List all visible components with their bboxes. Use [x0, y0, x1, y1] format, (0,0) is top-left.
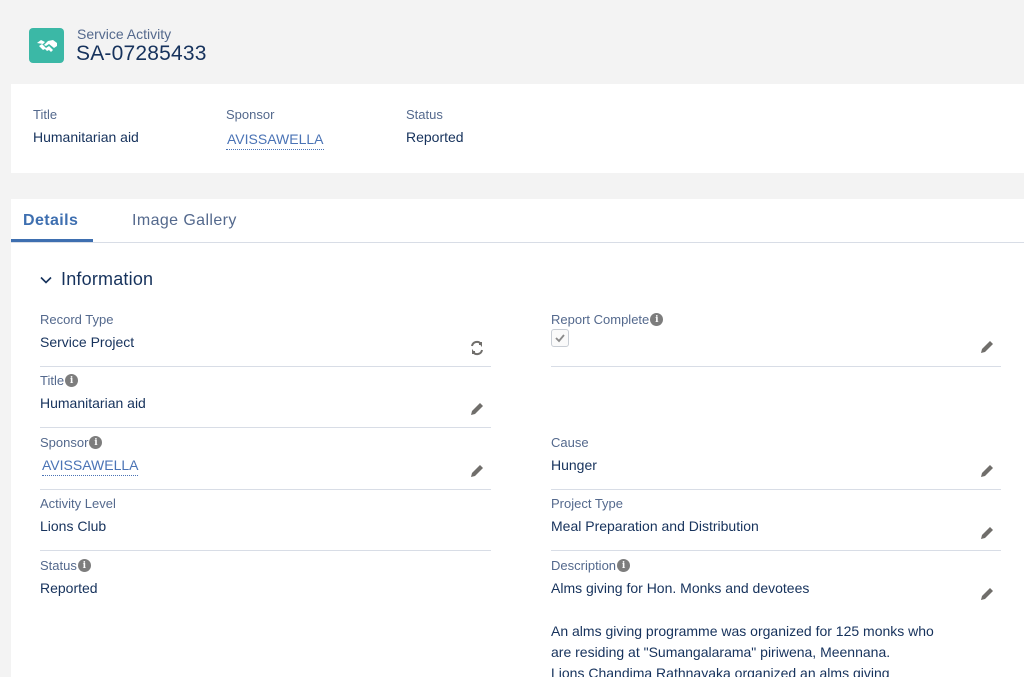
pencil-icon[interactable]: [979, 525, 995, 541]
checkmark-icon: [555, 334, 565, 343]
pencil-icon[interactable]: [469, 463, 485, 479]
field-value: Meal Preparation and Distribution: [551, 518, 759, 534]
object-type-label: Service Activity: [77, 26, 172, 42]
highlight-status-value: Reported: [406, 129, 464, 145]
field-value: Reported: [40, 580, 98, 596]
highlights-panel: Title Humanitarian aid Sponsor AVISSAWEL…: [11, 84, 1024, 173]
info-icon[interactable]: i: [650, 313, 664, 326]
description-paragraph-line: Lions Chandima Rathnayaka organized an a…: [551, 665, 890, 677]
highlight-sponsor: Sponsor AVISSAWELLA: [226, 107, 325, 150]
field-label-text: Report Complete: [551, 312, 650, 327]
field-label: Description i: [551, 558, 631, 573]
section-header-information[interactable]: Information: [40, 269, 153, 290]
highlight-status-label: Status: [406, 107, 443, 122]
highlight-title-label: Title: [33, 107, 58, 122]
field-divider: [40, 489, 491, 490]
field-label-text: Sponsor: [40, 435, 89, 450]
info-icon[interactable]: i: [77, 559, 91, 572]
field-report-complete: Report Complete i: [551, 312, 1001, 368]
tab-details[interactable]: Details: [23, 212, 78, 230]
record-detail-card: Details Image Gallery Information Record…: [11, 199, 1024, 677]
field-status: Status i Reported: [40, 558, 491, 614]
active-tab-indicator: [11, 239, 93, 242]
field-label: Title i: [40, 373, 79, 388]
handshake-icon: [29, 28, 64, 63]
pencil-icon[interactable]: [979, 463, 995, 479]
change-record-type-icon[interactable]: [469, 340, 485, 356]
page-header: Service Activity SA-07285433: [0, 0, 1024, 84]
field-label-text: Title: [40, 373, 65, 388]
info-icon[interactable]: i: [89, 436, 103, 449]
field-label: Cause: [551, 435, 589, 450]
description-paragraph: An alms giving programme was organized f…: [551, 621, 991, 677]
highlight-sponsor-link[interactable]: AVISSAWELLA: [226, 131, 325, 150]
field-title: Title i Humanitarian aid: [40, 373, 491, 429]
field-label: Record Type: [40, 312, 114, 327]
section-title: Information: [61, 269, 154, 289]
field-activity-level: Activity Level Lions Club: [40, 496, 491, 552]
report-complete-checkbox: [551, 329, 569, 347]
field-label: Activity Level: [40, 496, 116, 511]
field-divider: [551, 550, 1001, 551]
field-sponsor: Sponsor i AVISSAWELLA: [40, 435, 491, 491]
highlight-sponsor-label: Sponsor: [226, 107, 275, 122]
field-description: Description i Alms giving for Hon. Monks …: [551, 558, 1001, 677]
info-icon[interactable]: i: [65, 374, 79, 387]
field-label-text: Status: [40, 558, 77, 573]
description-paragraph-line: An alms giving programme was organized f…: [551, 623, 934, 639]
info-icon[interactable]: i: [617, 559, 631, 572]
field-divider: [40, 427, 491, 428]
tab-bar: Details Image Gallery: [11, 199, 1024, 243]
field-value: Service Project: [40, 334, 135, 350]
field-label-text: Description: [551, 558, 617, 573]
field-label: Project Type: [551, 496, 624, 511]
chevron-down-icon: [40, 276, 52, 284]
field-divider: [551, 366, 1001, 367]
description-paragraph-line: are residing at "Sumangalarama" piriwena…: [551, 644, 891, 660]
field-cause: Cause Hunger: [551, 435, 1001, 491]
record-name: SA-07285433: [76, 42, 207, 65]
field-divider: [551, 489, 1001, 490]
field-project-type: Project Type Meal Preparation and Distri…: [551, 496, 1001, 552]
description-line: Alms giving for Hon. Monks and devotees: [551, 580, 810, 596]
sponsor-link[interactable]: AVISSAWELLA: [42, 457, 139, 476]
field-value: Lions Club: [40, 518, 107, 534]
field-divider: [40, 550, 491, 551]
field-record-type: Record Type Service Project: [40, 312, 491, 368]
highlight-status: Status Reported: [406, 107, 464, 145]
highlight-title: Title Humanitarian aid: [33, 107, 139, 145]
field-label: Status i: [40, 558, 91, 573]
field-value: Humanitarian aid: [40, 395, 146, 411]
field-divider: [40, 366, 491, 367]
tab-image-gallery[interactable]: Image Gallery: [132, 212, 237, 230]
field-value: Hunger: [551, 457, 597, 473]
field-label: Sponsor i: [40, 435, 103, 450]
field-label: Report Complete i: [551, 312, 664, 327]
pencil-icon[interactable]: [979, 586, 995, 602]
highlight-title-value: Humanitarian aid: [33, 129, 139, 145]
pencil-icon[interactable]: [469, 401, 485, 417]
pencil-icon[interactable]: [979, 339, 995, 355]
